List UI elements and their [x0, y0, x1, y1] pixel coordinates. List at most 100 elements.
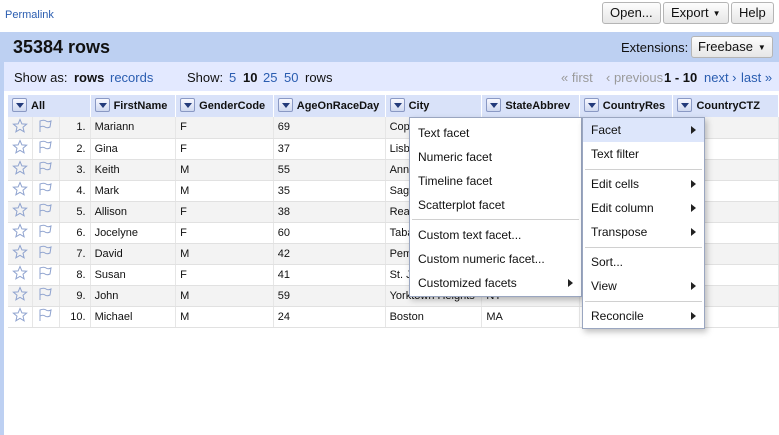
star-icon[interactable] — [12, 286, 28, 305]
cell-stateabbrev[interactable]: MA — [481, 306, 580, 328]
column-header-ageonraceday[interactable]: AgeOnRaceDay — [273, 95, 386, 117]
permalink-link[interactable]: Permalink — [5, 9, 54, 21]
star-cell[interactable] — [8, 222, 34, 244]
column-header-countryctz[interactable]: CountryCTZ — [672, 95, 779, 117]
star-icon[interactable] — [12, 181, 28, 200]
export-button[interactable]: Export ▼ — [663, 2, 729, 24]
cell-firstname[interactable]: Michael — [90, 306, 177, 328]
numeric-facet-item[interactable]: Numeric facet — [410, 145, 581, 169]
star-cell[interactable] — [8, 285, 34, 307]
flag-cell[interactable] — [32, 138, 61, 160]
flag-cell[interactable] — [32, 264, 61, 286]
cell-ageonraceday[interactable]: 38 — [273, 201, 386, 223]
flag-icon[interactable] — [37, 118, 53, 137]
cell-gendercode[interactable]: M — [175, 306, 274, 328]
cell-gendercode[interactable]: F — [175, 264, 274, 286]
cell-firstname[interactable]: Keith — [90, 159, 177, 181]
page-size-10[interactable]: 10 — [243, 70, 257, 85]
scatterplot-facet-item[interactable]: Scatterplot facet — [410, 193, 581, 217]
star-cell[interactable] — [8, 243, 34, 265]
flag-icon[interactable] — [37, 139, 53, 158]
cell-ageonraceday[interactable]: 59 — [273, 285, 386, 307]
cell-gendercode[interactable]: F — [175, 117, 274, 139]
flag-icon[interactable] — [37, 286, 53, 305]
cell-ageonraceday[interactable]: 24 — [273, 306, 386, 328]
star-icon[interactable] — [12, 160, 28, 179]
text-filter-menu-item[interactable]: Text filter — [583, 142, 704, 166]
view-menu-item[interactable]: View — [583, 274, 704, 298]
open-button[interactable]: Open... — [602, 2, 661, 24]
rows-mode-option[interactable]: rows — [74, 70, 104, 85]
cell-gendercode[interactable]: M — [175, 285, 274, 307]
column-header-countryres[interactable]: CountryRes — [579, 95, 674, 117]
cell-ageonraceday[interactable]: 55 — [273, 159, 386, 181]
cell-gendercode[interactable]: M — [175, 243, 274, 265]
cell-firstname[interactable]: David — [90, 243, 177, 265]
cell-gendercode[interactable]: F — [175, 138, 274, 160]
next-page-link[interactable]: next › — [704, 70, 737, 85]
star-icon[interactable] — [12, 265, 28, 284]
cell-gendercode[interactable]: F — [175, 222, 274, 244]
cell-ageonraceday[interactable]: 41 — [273, 264, 386, 286]
flag-cell[interactable] — [32, 201, 61, 223]
star-icon[interactable] — [12, 307, 28, 326]
edit-cells-menu-item[interactable]: Edit cells — [583, 172, 704, 196]
flag-icon[interactable] — [37, 181, 53, 200]
all-column-header[interactable]: All — [8, 95, 91, 117]
flag-icon[interactable] — [37, 244, 53, 263]
star-cell[interactable] — [8, 306, 34, 328]
flag-cell[interactable] — [32, 180, 61, 202]
column-header-stateabbrev[interactable]: StateAbbrev — [481, 95, 580, 117]
star-icon[interactable] — [12, 117, 28, 137]
flag-icon[interactable] — [37, 202, 53, 221]
star-cell[interactable] — [8, 138, 34, 160]
cell-firstname[interactable]: Mariann — [90, 117, 177, 139]
sort-menu-item[interactable]: Sort... — [583, 250, 704, 274]
cell-firstname[interactable]: Jocelyne — [90, 222, 177, 244]
flag-cell[interactable] — [32, 243, 61, 265]
dropdown-arrow-icon[interactable] — [389, 98, 405, 112]
last-page-link[interactable]: last » — [741, 70, 772, 85]
first-page-link[interactable]: « first — [561, 70, 593, 85]
text-facet-item[interactable]: Text facet — [410, 121, 581, 145]
previous-page-link[interactable]: ‹ previous — [606, 70, 663, 85]
flag-cell[interactable] — [32, 222, 61, 244]
page-size-5[interactable]: 5 — [229, 70, 236, 85]
cell-ageonraceday[interactable]: 60 — [273, 222, 386, 244]
star-cell[interactable] — [8, 159, 34, 181]
dropdown-arrow-icon[interactable] — [583, 98, 599, 112]
flag-icon[interactable] — [37, 265, 53, 284]
cell-firstname[interactable]: Susan — [90, 264, 177, 286]
cell-firstname[interactable]: Gina — [90, 138, 177, 160]
cell-gendercode[interactable]: F — [175, 201, 274, 223]
customized-facets-item[interactable]: Customized facets — [410, 271, 581, 295]
facet-menu-item[interactable]: Facet — [583, 118, 704, 142]
flag-icon[interactable] — [37, 223, 53, 242]
dropdown-arrow-icon[interactable] — [677, 98, 693, 112]
star-cell[interactable] — [8, 201, 34, 223]
dropdown-arrow-icon[interactable] — [486, 98, 502, 112]
flag-cell[interactable] — [32, 285, 61, 307]
reconcile-menu-item[interactable]: Reconcile — [583, 304, 704, 328]
transpose-menu-item[interactable]: Transpose — [583, 220, 704, 244]
star-icon[interactable] — [12, 139, 28, 158]
flag-cell[interactable] — [32, 159, 61, 181]
freebase-extension-button[interactable]: Freebase ▼ — [691, 36, 773, 58]
dropdown-arrow-icon[interactable] — [180, 98, 196, 112]
star-cell[interactable] — [8, 180, 34, 202]
flag-icon[interactable] — [37, 160, 53, 179]
records-mode-link[interactable]: records — [110, 70, 153, 85]
column-header-firstname[interactable]: FirstName — [90, 95, 177, 117]
cell-firstname[interactable]: John — [90, 285, 177, 307]
cell-firstname[interactable]: Allison — [90, 201, 177, 223]
star-icon[interactable] — [12, 244, 28, 263]
cell-ageonraceday[interactable]: 35 — [273, 180, 386, 202]
cell-ageonraceday[interactable]: 42 — [273, 243, 386, 265]
star-icon[interactable] — [12, 223, 28, 242]
flag-icon[interactable] — [37, 307, 53, 326]
edit-column-menu-item[interactable]: Edit column — [583, 196, 704, 220]
cell-gendercode[interactable]: M — [175, 180, 274, 202]
page-size-25[interactable]: 25 — [263, 70, 277, 85]
cell-gendercode[interactable]: M — [175, 159, 274, 181]
cell-ageonraceday[interactable]: 37 — [273, 138, 386, 160]
